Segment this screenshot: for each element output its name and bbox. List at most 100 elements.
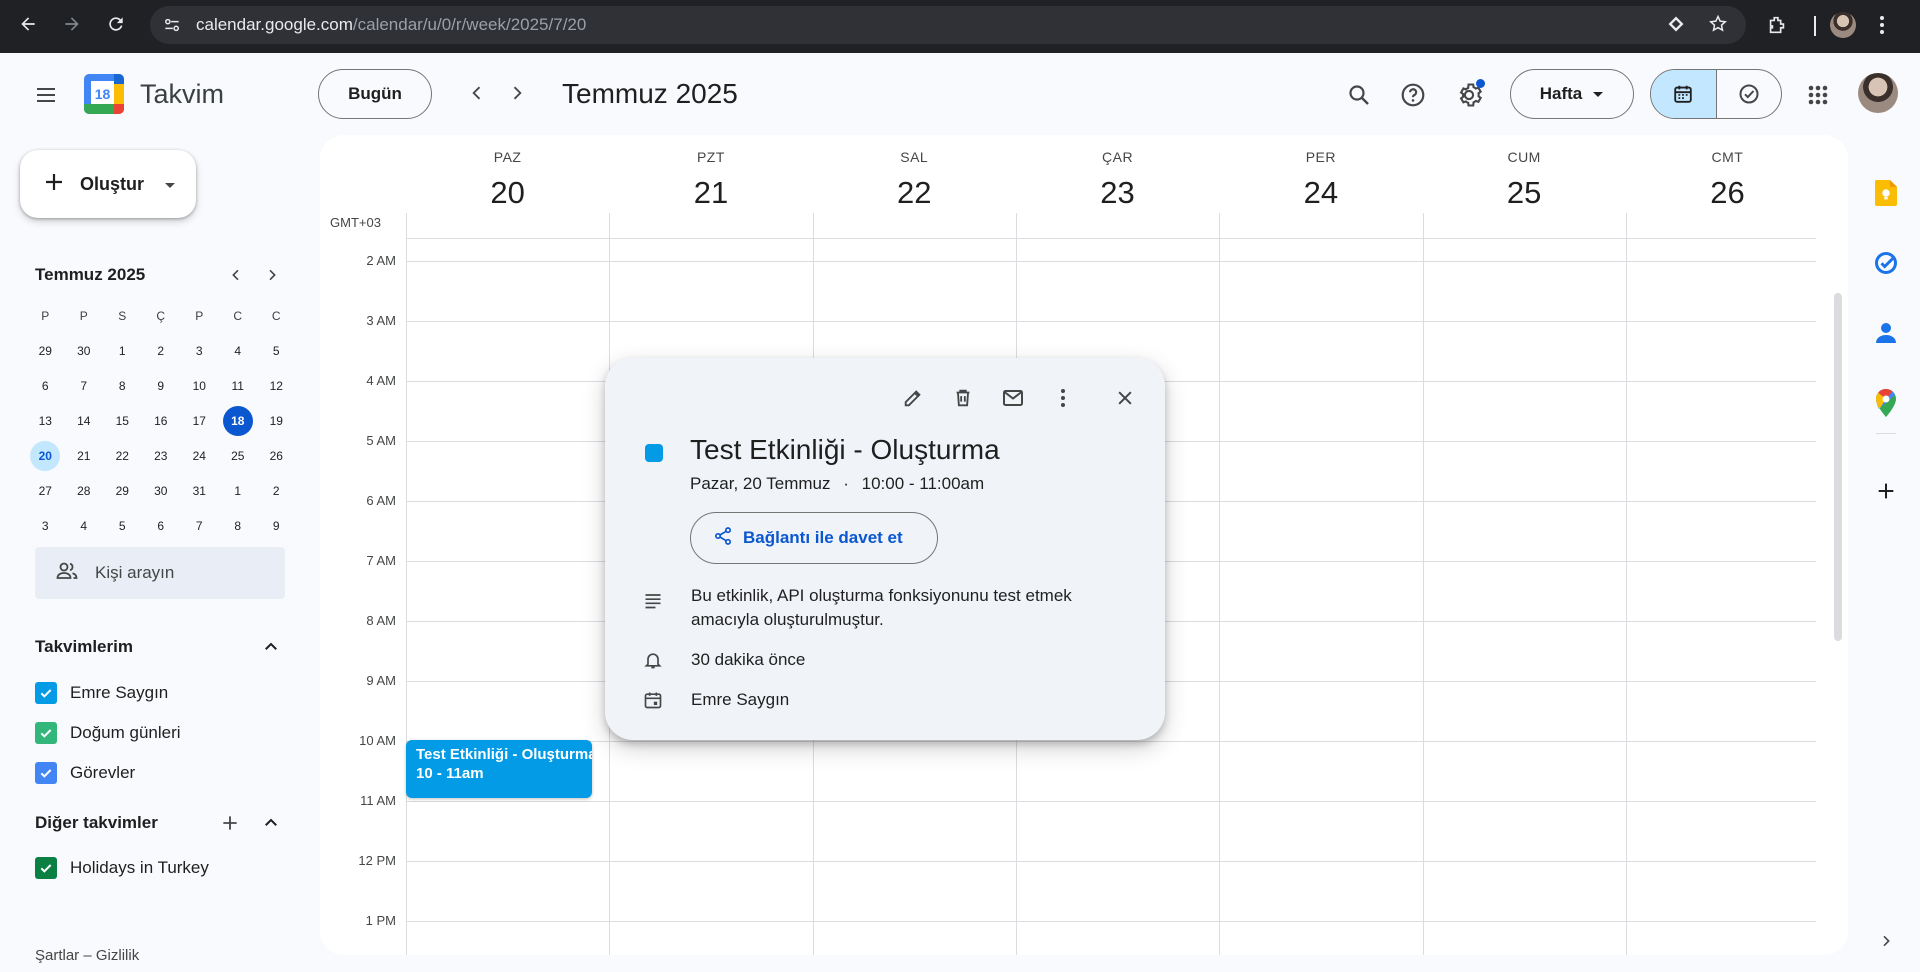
mini-calendar-day[interactable]: 5 [103, 508, 142, 543]
mini-calendar-day[interactable]: 18 [219, 403, 258, 438]
mini-calendar-day[interactable]: 4 [219, 333, 258, 368]
view-selector[interactable]: Hafta [1510, 69, 1634, 119]
mini-calendar-day[interactable]: 3 [180, 333, 219, 368]
day-number-label[interactable]: 22 [813, 175, 1016, 211]
mini-calendar-day[interactable]: 20 [26, 438, 65, 473]
account-avatar[interactable] [1858, 73, 1898, 113]
checkbox-checked-icon[interactable] [35, 722, 57, 744]
main-menu-icon[interactable] [24, 73, 68, 117]
collapse-chevron-up-icon[interactable] [253, 805, 289, 841]
mini-calendar-day[interactable]: 31 [180, 473, 219, 508]
delete-trash-icon[interactable] [941, 376, 985, 420]
expand-panel-chevron-icon[interactable] [1862, 917, 1910, 965]
calendar-list-item[interactable]: Doğum günleri [35, 716, 181, 750]
previous-week-icon[interactable] [457, 73, 497, 113]
mini-calendar-day[interactable]: 9 [257, 508, 296, 543]
site-info-icon[interactable] [162, 15, 182, 35]
mini-calendar-day[interactable]: 17 [180, 403, 219, 438]
keep-icon[interactable] [1862, 169, 1910, 217]
calendar-list-item[interactable]: Holidays in Turkey [35, 851, 209, 885]
mini-calendar-day[interactable]: 5 [257, 333, 296, 368]
mini-calendar-day[interactable]: 13 [26, 403, 65, 438]
mini-calendar-day[interactable]: 4 [65, 508, 104, 543]
profile-avatar[interactable] [1830, 12, 1856, 38]
extensions-icon[interactable] [1766, 14, 1788, 41]
day-number-label[interactable]: 24 [1219, 175, 1422, 211]
reload-icon[interactable] [96, 4, 136, 44]
mini-calendar-day[interactable]: 11 [219, 368, 258, 403]
day-number-label[interactable]: 21 [609, 175, 812, 211]
mini-calendar-day[interactable]: 28 [65, 473, 104, 508]
mini-calendar-day[interactable]: 2 [142, 333, 181, 368]
day-number-label[interactable]: 20 [406, 175, 609, 211]
mini-calendar-day[interactable]: 29 [26, 333, 65, 368]
more-options-icon[interactable] [1041, 376, 1085, 420]
mini-calendar-day[interactable]: 1 [219, 473, 258, 508]
next-week-icon[interactable] [497, 73, 537, 113]
email-envelope-icon[interactable] [991, 376, 1035, 420]
vertical-scrollbar[interactable] [1834, 293, 1842, 641]
mini-calendar-day[interactable]: 27 [26, 473, 65, 508]
mini-calendar-day[interactable]: 23 [142, 438, 181, 473]
day-number-label[interactable]: 23 [1016, 175, 1219, 211]
add-addon-plus-icon[interactable] [1862, 467, 1910, 515]
mini-calendar-day[interactable]: 7 [65, 368, 104, 403]
search-icon[interactable] [1337, 73, 1381, 117]
checkbox-checked-icon[interactable] [35, 682, 57, 704]
collapse-chevron-up-icon[interactable] [253, 629, 289, 665]
add-calendar-plus-icon[interactable] [212, 805, 248, 841]
day-column-header[interactable]: CUM 25 [1423, 135, 1626, 238]
calendar-logo[interactable]: 18 [84, 74, 124, 114]
mini-calendar-day[interactable]: 16 [142, 403, 181, 438]
apps-grid-icon[interactable] [1796, 73, 1840, 117]
mini-calendar-day[interactable]: 25 [219, 438, 258, 473]
tasks-icon[interactable] [1862, 239, 1910, 287]
calendar-list-item[interactable]: Emre Saygın [35, 676, 168, 710]
mini-calendar-day[interactable]: 10 [180, 368, 219, 403]
mini-calendar-day[interactable]: 1 [103, 333, 142, 368]
close-icon[interactable] [1103, 376, 1147, 420]
mini-calendar-day[interactable]: 6 [142, 508, 181, 543]
address-bar[interactable]: calendar.google.com/calendar/u/0/r/week/… [150, 6, 1746, 44]
mini-calendar-day[interactable]: 6 [26, 368, 65, 403]
chrome-menu-icon[interactable] [1872, 14, 1892, 41]
mini-calendar-day[interactable]: 2 [257, 473, 296, 508]
mini-prev-month-icon[interactable] [218, 258, 254, 292]
mini-calendar-day[interactable]: 9 [142, 368, 181, 403]
mini-calendar-day[interactable]: 29 [103, 473, 142, 508]
invite-via-link-button[interactable]: Bağlantı ile davet et [690, 512, 938, 564]
maps-icon[interactable] [1862, 379, 1910, 427]
mini-calendar-day[interactable]: 15 [103, 403, 142, 438]
day-number-label[interactable]: 25 [1423, 175, 1626, 211]
mini-calendar-day[interactable]: 26 [257, 438, 296, 473]
tasks-view-toggle[interactable] [1715, 70, 1782, 118]
mini-calendar-day[interactable]: 12 [257, 368, 296, 403]
calendar-view-toggle[interactable] [1651, 70, 1716, 118]
contacts-icon[interactable] [1862, 309, 1910, 357]
other-calendars-title[interactable]: Diğer takvimler [35, 813, 158, 833]
mini-calendar-day[interactable]: 14 [65, 403, 104, 438]
event-chip[interactable]: Test Etkinliği - Oluşturma 10 - 11am [406, 740, 592, 798]
edit-pencil-icon[interactable] [891, 376, 935, 420]
create-button[interactable]: Oluştur [20, 150, 196, 218]
mini-calendar-day[interactable]: 21 [65, 438, 104, 473]
mini-calendar-day[interactable]: 30 [142, 473, 181, 508]
day-column-header[interactable]: ÇAR 23 [1016, 135, 1219, 238]
my-calendars-title[interactable]: Takvimlerim [35, 637, 133, 657]
mini-calendar-day[interactable]: 7 [180, 508, 219, 543]
lens-icon[interactable] [1666, 14, 1686, 39]
day-column-header[interactable]: PER 24 [1219, 135, 1422, 238]
bookmark-star-icon[interactable] [1708, 14, 1728, 39]
day-column-header[interactable]: PAZ 20 [406, 135, 609, 238]
settings-gear-icon[interactable] [1447, 73, 1491, 117]
day-column-header[interactable]: PZT 21 [609, 135, 812, 238]
mini-next-month-icon[interactable] [254, 258, 290, 292]
help-icon[interactable] [1391, 73, 1435, 117]
day-column-header[interactable]: CMT 26 [1626, 135, 1829, 238]
mini-calendar-day[interactable]: 8 [219, 508, 258, 543]
mini-calendar-day[interactable]: 8 [103, 368, 142, 403]
people-search-input[interactable]: Kişi arayın [35, 547, 285, 599]
checkbox-checked-icon[interactable] [35, 857, 57, 879]
back-icon[interactable] [8, 4, 48, 44]
mini-calendar-day[interactable]: 22 [103, 438, 142, 473]
